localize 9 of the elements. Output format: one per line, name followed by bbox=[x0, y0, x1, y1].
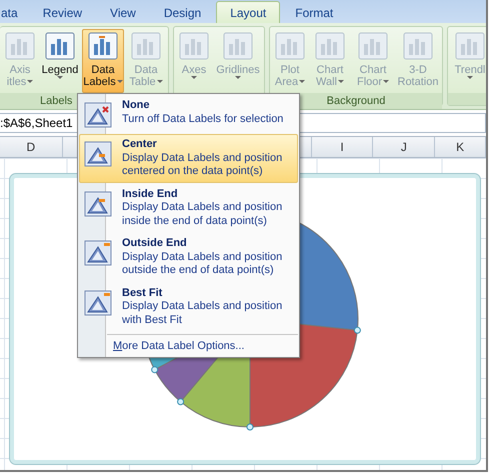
menu-item-title: Best Fit bbox=[122, 286, 164, 300]
menu-item-title: Center bbox=[122, 138, 158, 152]
menu-item-description: Display Data Labels and position inside the end of data point(s) bbox=[122, 201, 284, 228]
menu-item-description: Display Data Labels and position with Best Fit bbox=[122, 300, 284, 327]
menu-item-description: Display Data Labels and position outside the end of data point(s) bbox=[122, 250, 284, 278]
menu-item-title: Outside End bbox=[122, 237, 188, 250]
menu-item-description: Display Data Labels and position centered on the data point(s) bbox=[122, 152, 284, 178]
menu-item-description: Turn off Data Labels for selection bbox=[122, 112, 284, 126]
menu-item-title: Inside End bbox=[122, 188, 179, 201]
